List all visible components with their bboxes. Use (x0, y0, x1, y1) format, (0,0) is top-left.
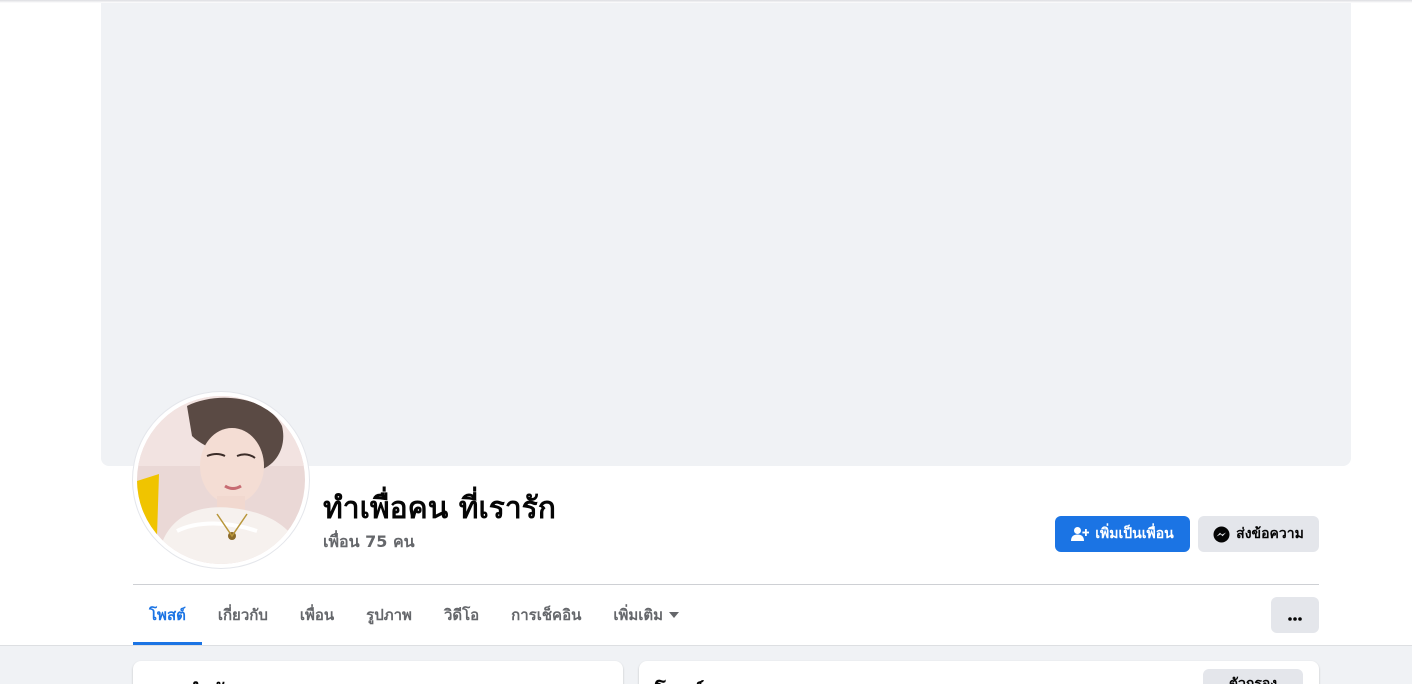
tab-photos[interactable]: รูปภาพ (350, 585, 428, 645)
tab-check-ins[interactable]: การเช็คอิน (495, 585, 597, 645)
tab-about[interactable]: เกี่ยวกับ (202, 585, 284, 645)
messenger-icon (1213, 526, 1230, 543)
tab-friends[interactable]: เพื่อน (284, 585, 350, 645)
caret-down-icon (669, 612, 680, 618)
send-message-button[interactable]: ส่งข้อความ (1198, 516, 1319, 552)
profile-tabs: โพสต์ เกี่ยวกับ เพื่อน รูปภาพ วิดีโอ การ… (133, 585, 695, 645)
send-message-label: ส่งข้อความ (1236, 526, 1304, 542)
intro-card-title: แนะนำตัว (149, 675, 235, 684)
cover-photo[interactable] (101, 3, 1351, 466)
filter-button[interactable]: ตัวกรอง (1203, 669, 1303, 684)
profile-page: ทำเพื่อคน ที่เรารัก เพื่อน 75 คน เพิ่มเป… (0, 0, 1412, 684)
avatar-image (137, 396, 305, 564)
tab-more-label: เพิ่มเติม (613, 606, 664, 624)
posts-card: โพสต์ ตัวกรอง (639, 661, 1319, 684)
intro-card: แนะนำตัว (133, 661, 623, 684)
tab-posts[interactable]: โพสต์ (133, 585, 202, 645)
add-friend-label: เพิ่มเป็นเพื่อน (1095, 526, 1174, 542)
tab-about-label: เกี่ยวกับ (217, 606, 268, 624)
posts-card-title: โพสต์ (655, 675, 704, 684)
tab-friends-label: เพื่อน (299, 606, 335, 624)
add-friend-button[interactable]: เพิ่มเป็นเพื่อน (1055, 516, 1190, 552)
tab-photos-label: รูปภาพ (366, 606, 412, 624)
tab-videos-label: วิดีโอ (443, 606, 480, 624)
profile-name: ทำเพื่อคน ที่เรารัก (323, 491, 556, 526)
friends-count[interactable]: เพื่อน 75 คน (323, 531, 415, 553)
tab-check-ins-label: การเช็คอิน (511, 606, 582, 624)
tab-videos[interactable]: วิดีโอ (428, 585, 495, 645)
profile-avatar[interactable] (137, 396, 305, 564)
add-friend-icon (1071, 526, 1090, 542)
tab-posts-label: โพสต์ (149, 606, 186, 624)
ellipsis-icon (1288, 606, 1302, 625)
more-options-button[interactable] (1271, 597, 1319, 633)
tab-more[interactable]: เพิ่มเติม (597, 585, 695, 645)
